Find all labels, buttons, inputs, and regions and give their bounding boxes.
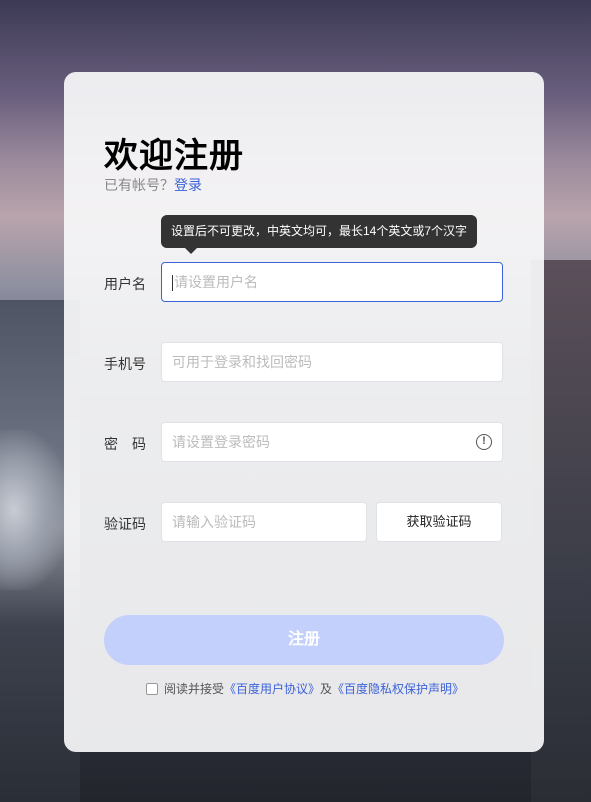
text-caret bbox=[172, 275, 173, 292]
phone-placeholder: 可用于登录和找回密码 bbox=[172, 354, 312, 370]
code-placeholder: 请输入验证码 bbox=[172, 514, 256, 530]
register-card: 欢迎注册 已有帐号？登录 设置后不可更改，中英文均可，最长14个英文或7个汉字 … bbox=[64, 72, 544, 752]
username-placeholder: 请设置用户名 bbox=[174, 274, 258, 290]
get-code-button[interactable]: 获取验证码 bbox=[376, 502, 502, 542]
username-input[interactable]: 请设置用户名 bbox=[161, 262, 503, 302]
user-agreement-link[interactable]: 《百度用户协议》 bbox=[224, 680, 320, 697]
register-button[interactable]: 注册 bbox=[104, 615, 504, 665]
privacy-link[interactable]: 《百度隐私权保护声明》 bbox=[332, 680, 464, 697]
phone-label: 手机号 bbox=[104, 356, 146, 372]
background-glacier bbox=[0, 430, 70, 590]
login-prompt: 已有帐号？登录 bbox=[104, 175, 202, 195]
agreement-row: 阅读并接受 《百度用户协议》 及 《百度隐私权保护声明》 bbox=[146, 680, 464, 697]
agreement-prefix: 阅读并接受 bbox=[164, 682, 225, 696]
phone-input[interactable]: 可用于登录和找回密码 bbox=[161, 342, 503, 382]
username-tooltip: 设置后不可更改，中英文均可，最长14个英文或7个汉字 bbox=[161, 215, 478, 254]
password-label: 密 码 bbox=[104, 436, 146, 452]
password-input[interactable]: 请设置登录密码 ! bbox=[161, 422, 503, 462]
login-prompt-text: 已有帐号？ bbox=[104, 177, 174, 193]
code-label: 验证码 bbox=[104, 516, 146, 532]
password-placeholder: 请设置登录密码 bbox=[172, 434, 270, 450]
agreement-and: 及 bbox=[320, 682, 333, 696]
username-label: 用户名 bbox=[104, 276, 146, 292]
agreement-checkbox[interactable] bbox=[146, 682, 158, 695]
code-input[interactable]: 请输入验证码 bbox=[161, 502, 367, 542]
login-link[interactable]: 登录 bbox=[174, 177, 202, 193]
info-icon[interactable]: ! bbox=[476, 434, 492, 450]
page-title: 欢迎注册 bbox=[104, 137, 244, 175]
